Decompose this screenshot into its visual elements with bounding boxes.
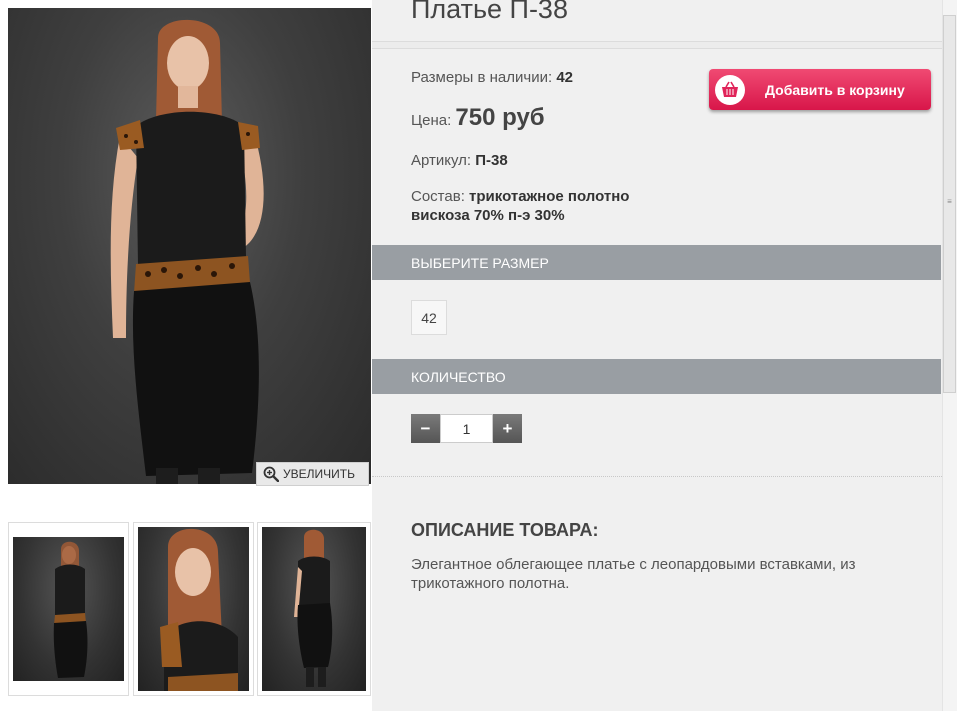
quantity-decrease-button[interactable]: − — [411, 414, 440, 443]
product-title: Платье П-38 — [411, 0, 568, 24]
composition-label: Состав: — [411, 188, 465, 205]
magnifier-plus-icon — [263, 466, 279, 482]
product-details-panel: Платье П-38 Размеры в наличии: 42 Цена: … — [372, 0, 942, 711]
sku-label: Артикул: — [411, 152, 472, 169]
composition: Состав: трикотажное полотно вискоза 70% … — [411, 187, 629, 225]
description-text: Элегантное облегающее платье с леопардов… — [411, 556, 856, 592]
add-to-cart-label: Добавить в корзину — [765, 81, 905, 98]
price-label: Цена: — [411, 112, 452, 129]
sizes-value: 42 — [556, 69, 573, 86]
thumbnail-2[interactable] — [133, 522, 254, 696]
description-heading: ОПИСАНИЕ ТОВАРА: — [411, 520, 599, 540]
cart-icon-badge — [715, 74, 745, 105]
price: Цена: 750 руб — [411, 104, 545, 132]
scrollbar-grip-icon: ≡ — [947, 197, 952, 206]
quantity-increase-button[interactable]: + — [493, 414, 522, 443]
quantity-stepper: − + — [411, 414, 522, 443]
sku: Артикул: П-38 — [411, 152, 508, 169]
zoom-button-label: УВЕЛИЧИТЬ — [283, 467, 355, 481]
add-to-cart-button[interactable]: Добавить в корзину — [709, 69, 931, 110]
thumbnail-1[interactable] — [8, 522, 129, 696]
size-section-header: ВЫБЕРИТЕ РАЗМЕР — [372, 245, 941, 280]
title-divider — [372, 41, 942, 49]
price-value: 750 руб — [455, 104, 545, 131]
thumbnail-image — [262, 527, 366, 691]
size-option-42[interactable]: 42 — [411, 300, 447, 335]
sizes-available: Размеры в наличии: 42 — [411, 69, 573, 86]
thumbnail-image — [138, 527, 249, 691]
thumbnail-3[interactable] — [257, 522, 371, 696]
main-image-caption-area — [8, 484, 371, 514]
composition-line-1: трикотажное полотно — [469, 188, 630, 205]
product-main-image[interactable] — [8, 8, 371, 484]
dress-model-photo — [110, 19, 264, 484]
thumbnail-image — [13, 537, 124, 681]
sku-value: П-38 — [475, 152, 508, 169]
shopping-basket-icon — [722, 81, 738, 97]
description-divider — [372, 476, 942, 477]
quantity-section-header: КОЛИЧЕСТВО — [372, 359, 941, 394]
quantity-input[interactable] — [440, 414, 493, 443]
sizes-label: Размеры в наличии: — [411, 69, 553, 86]
composition-line-2: вискоза 70% п-э 30% — [411, 207, 565, 224]
zoom-button[interactable]: УВЕЛИЧИТЬ — [256, 462, 369, 486]
